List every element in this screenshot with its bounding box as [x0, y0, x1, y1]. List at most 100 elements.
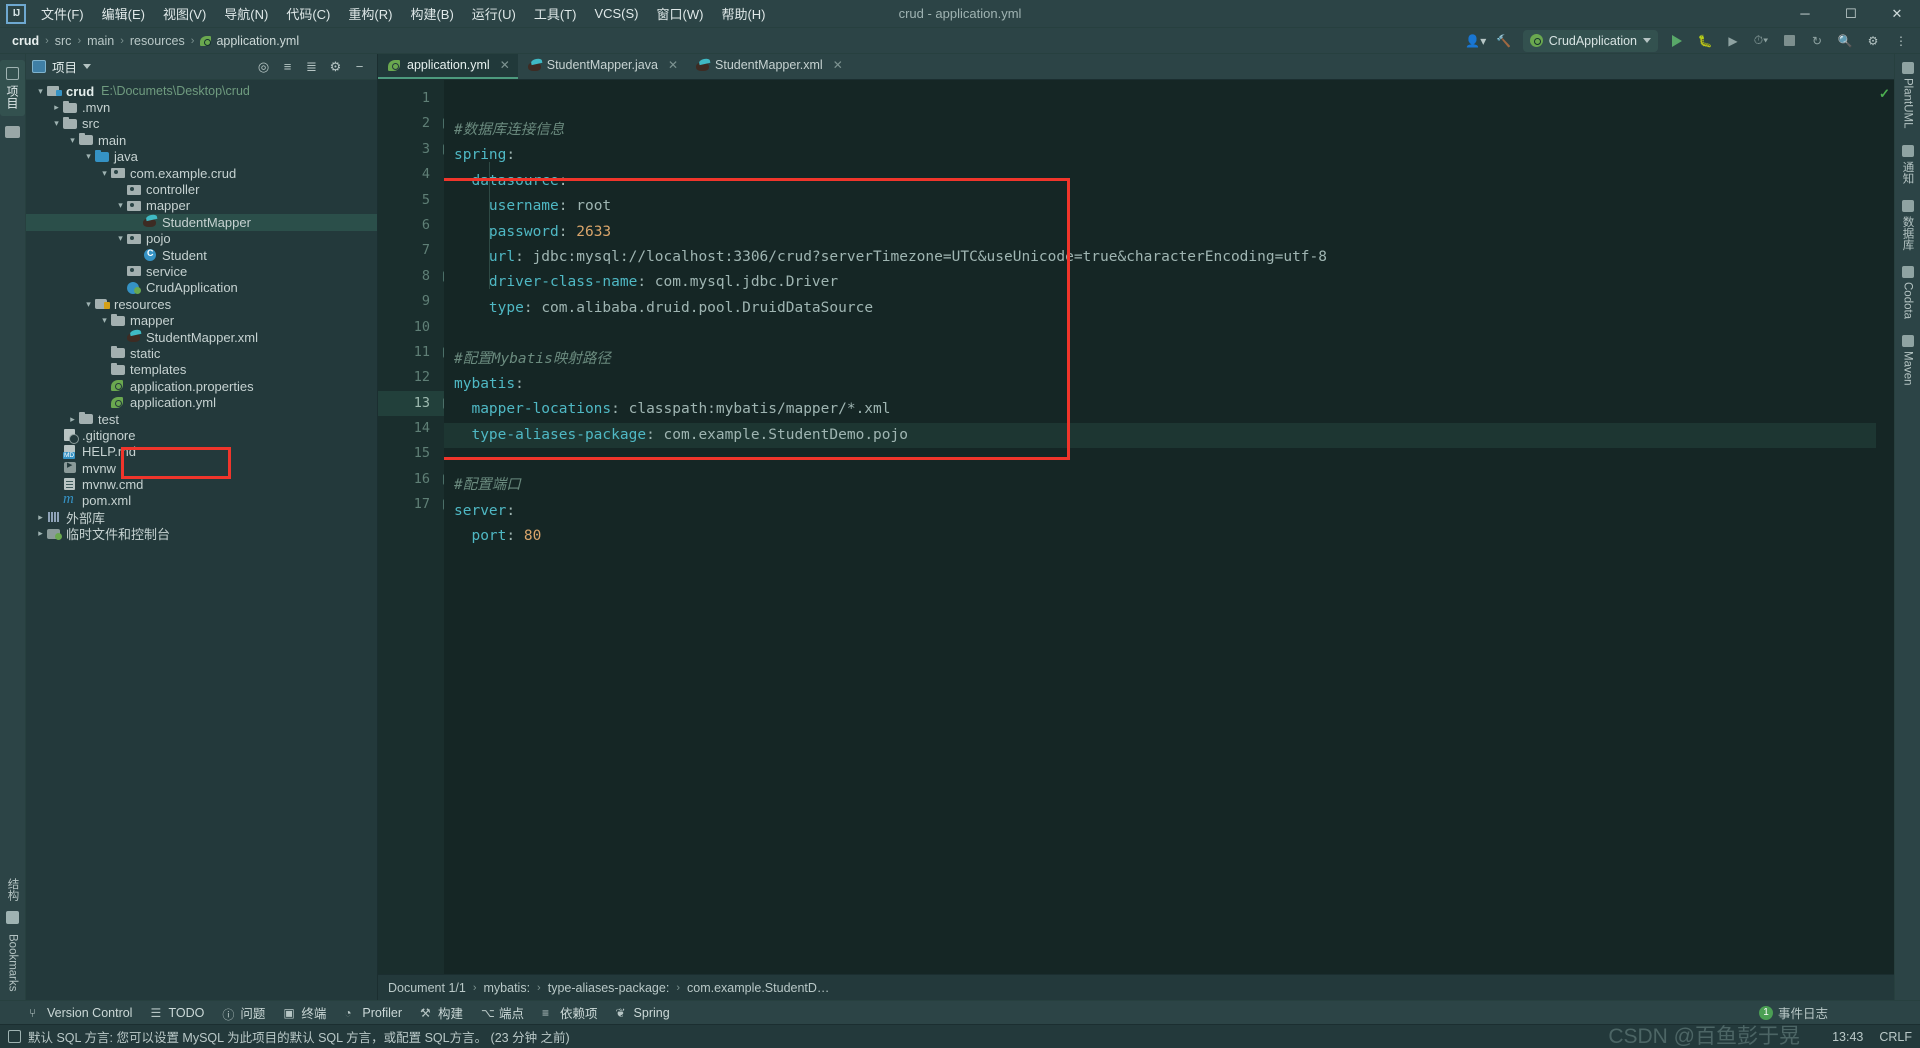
code-line[interactable]: mybatis: — [444, 372, 1876, 397]
chevron-down-icon[interactable]: ▾ — [66, 135, 79, 146]
line-number[interactable]: 8 — [378, 264, 454, 289]
editor-breadcrumb-item[interactable]: mybatis: — [484, 981, 531, 995]
editor-breadcrumb-item[interactable]: type-aliases-package: — [548, 981, 670, 995]
tree-item[interactable]: ▸ 临时文件和控制台 — [26, 526, 377, 542]
status-line-ending[interactable]: CRLF — [1879, 1030, 1912, 1044]
menu-view[interactable]: 视图(V) — [154, 0, 215, 27]
chevron-right-icon[interactable]: ▸ — [34, 512, 47, 523]
code-line[interactable]: port: 80 — [444, 524, 1876, 549]
menu-tools[interactable]: 工具(T) — [525, 0, 586, 27]
tree-item[interactable]: ▾ mapper — [26, 312, 377, 328]
menu-help[interactable]: 帮助(H) — [712, 0, 774, 27]
editor-error-stripe[interactable]: ✓ — [1876, 80, 1894, 974]
bottom-tool-问题[interactable]: ⓘ 问题 — [215, 1001, 272, 1024]
code-line[interactable] — [444, 448, 1876, 473]
breadcrumb-root[interactable]: crud — [8, 33, 43, 49]
code-line[interactable]: username: root — [444, 194, 1876, 219]
tree-item[interactable]: static — [26, 345, 377, 361]
run-button[interactable] — [1664, 30, 1690, 52]
tree-item[interactable]: controller — [26, 181, 377, 197]
tree-item[interactable]: ▾ main — [26, 132, 377, 148]
code-line[interactable]: server: — [444, 499, 1876, 524]
line-number[interactable]: 4 — [378, 162, 444, 187]
search-button[interactable]: 🔍 — [1832, 30, 1858, 52]
code-line[interactable]: type: com.alibaba.druid.pool.DruidDataSo… — [444, 296, 1876, 321]
tree-item[interactable]: HELP.md — [26, 444, 377, 460]
tree-item[interactable]: ▾ mapper — [26, 198, 377, 214]
line-number[interactable]: 13 — [378, 390, 454, 417]
line-number[interactable]: 15 — [378, 441, 444, 466]
menu-edit[interactable]: 编辑(E) — [93, 0, 154, 27]
menu-file[interactable]: 文件(F) — [32, 0, 93, 27]
project-settings-gear-icon[interactable]: ⚙ — [324, 56, 347, 77]
chevron-down-icon[interactable]: ▾ — [98, 168, 111, 179]
close-tab-icon[interactable]: ✕ — [668, 58, 678, 72]
code-line[interactable]: #数据库连接信息 — [444, 118, 1876, 143]
tree-item[interactable]: StudentMapper.xml — [26, 329, 377, 345]
code-line[interactable]: type-aliases-package: com.example.Studen… — [444, 422, 1876, 449]
line-number[interactable]: 1 — [378, 86, 444, 111]
line-number[interactable]: 9 — [378, 289, 444, 314]
stop-button[interactable] — [1776, 30, 1802, 52]
debug-button[interactable]: 🐛 — [1692, 30, 1718, 52]
tree-item[interactable]: ▾ com.example.crud — [26, 165, 377, 181]
tree-item[interactable]: mvnw — [26, 460, 377, 476]
chevron-right-icon[interactable]: ▸ — [34, 528, 47, 539]
tree-item[interactable]: ▾ java — [26, 149, 377, 165]
code-line[interactable]: url: jdbc:mysql://localhost:3306/crud?se… — [444, 245, 1876, 270]
tool-window-codota[interactable]: Codota — [1901, 266, 1914, 319]
editor-tab[interactable]: StudentMapper.xml ✕ — [686, 53, 851, 79]
line-number[interactable]: 2 — [378, 111, 457, 136]
chevron-down-icon[interactable]: ▾ — [98, 315, 111, 326]
code-line[interactable]: mapper-locations: classpath:mybatis/mapp… — [444, 397, 1876, 422]
maximize-button[interactable]: ☐ — [1828, 0, 1874, 28]
bottom-tool-Profiler[interactable]: ◔ Profiler — [337, 1004, 409, 1022]
tree-item[interactable]: ▾ crud E:\Documets\Desktop\crud — [26, 83, 377, 99]
chevron-down-icon[interactable]: ▾ — [50, 118, 63, 129]
profile-button[interactable]: ⏱▾ — [1748, 30, 1774, 52]
line-number[interactable]: 10 — [378, 315, 444, 340]
code-line[interactable]: spring: — [444, 143, 1876, 168]
breadcrumb-file[interactable]: application.yml — [196, 33, 303, 49]
line-number[interactable]: 17 — [378, 492, 454, 517]
chevron-down-icon[interactable]: ▾ — [114, 233, 127, 244]
editor-tab[interactable]: StudentMapper.java ✕ — [518, 53, 686, 79]
tool-window-database[interactable]: 数据库 — [1900, 199, 1916, 250]
run-with-coverage-button[interactable]: ▶ — [1720, 30, 1746, 52]
chevron-down-icon[interactable]: ▾ — [114, 200, 127, 211]
chevron-down-icon[interactable]: ▾ — [82, 299, 95, 310]
breadcrumb-item-src[interactable]: src — [51, 33, 76, 49]
tree-item[interactable]: templates — [26, 362, 377, 378]
code-line[interactable]: datasource: — [444, 169, 1876, 194]
project-view-chevron-down-icon[interactable] — [83, 64, 92, 69]
tree-item[interactable]: ▾ resources — [26, 296, 377, 312]
chevron-down-icon[interactable]: ▾ — [82, 151, 95, 162]
menu-window[interactable]: 窗口(W) — [648, 0, 713, 27]
tool-window-project[interactable]: 项目 — [0, 60, 25, 116]
bottom-tool-终端[interactable]: ▣ 终端 — [276, 1001, 333, 1024]
line-number[interactable]: 16 — [378, 467, 457, 492]
editor-tab[interactable]: application.yml ✕ — [378, 53, 518, 79]
expand-all-icon[interactable]: ≡ — [276, 56, 299, 77]
editor-breadcrumb-item[interactable]: com.example.StudentD… — [687, 981, 829, 995]
menu-refactor[interactable]: 重构(R) — [339, 0, 401, 27]
editor-code[interactable]: #数据库连接信息 spring: datasource: username: ro… — [444, 80, 1876, 974]
tree-item[interactable]: Student — [26, 247, 377, 263]
breadcrumb-item-main[interactable]: main — [83, 33, 118, 49]
line-number[interactable]: 11 — [378, 340, 457, 365]
tree-item[interactable]: application.yml — [26, 394, 377, 410]
structure-strip-label[interactable]: 结构 — [5, 878, 21, 901]
close-tab-icon[interactable]: ✕ — [833, 58, 843, 72]
tree-item[interactable]: .gitignore — [26, 427, 377, 445]
more-options-icon[interactable]: ⋮ — [1888, 30, 1914, 52]
tool-window-plantuml[interactable]: PlantUML — [1901, 62, 1914, 129]
editor-gutter[interactable]: 1 2 3 4 5 6 7 8 9 10 11 12 13 14 15 16 17 — [378, 80, 457, 974]
bottom-tool-Version Control[interactable]: ⑂ Version Control — [22, 1004, 139, 1022]
git-update-icon[interactable]: ↻ — [1804, 30, 1830, 52]
close-tab-icon[interactable]: ✕ — [500, 58, 510, 72]
line-number[interactable]: 12 — [378, 365, 444, 390]
user-icon[interactable]: 👤▾ — [1463, 30, 1489, 52]
settings-gear-icon[interactable]: ⚙ — [1860, 30, 1886, 52]
bottom-tool-构建[interactable]: ⚒ 构建 — [413, 1001, 470, 1024]
line-number[interactable]: 6 — [378, 213, 444, 238]
